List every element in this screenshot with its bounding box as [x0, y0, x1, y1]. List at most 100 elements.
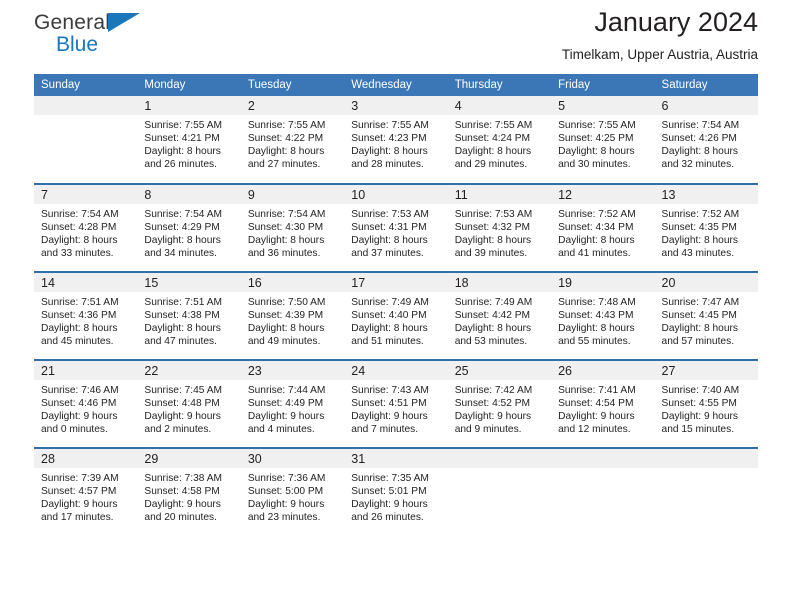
day-cell[interactable]: 7 Sunrise: 7:54 AM Sunset: 4:28 PM Dayli…	[34, 184, 138, 272]
day-details	[34, 115, 137, 119]
daylight-text-line2: and 30 minutes.	[558, 159, 631, 171]
sunrise-text: Sunrise: 7:45 AM	[144, 385, 223, 396]
day-number: 24	[344, 361, 448, 380]
sunset-text: Sunset: 4:31 PM	[351, 222, 427, 234]
day-number: 10	[344, 185, 448, 204]
day-cell[interactable]: 22 Sunrise: 7:45 AM Sunset: 4:48 PM Dayl…	[137, 360, 241, 448]
day-cell[interactable]	[551, 448, 655, 536]
day-details: Sunrise: 7:48 AM Sunset: 4:43 PM Dayligh…	[551, 292, 654, 348]
daylight-text-line2: and 33 minutes.	[41, 248, 114, 260]
day-number: 7	[34, 185, 138, 204]
sunset-text: Sunset: 4:22 PM	[247, 133, 324, 145]
sunset-text: Sunset: 4:30 PM	[247, 222, 324, 234]
day-cell[interactable]: 13 Sunrise: 7:52 AM Sunset: 4:35 PM Dayl…	[654, 184, 758, 272]
sunset-text: Sunset: 4:42 PM	[454, 310, 531, 322]
calendar-header-row: Sunday Monday Tuesday Wednesday Thursday…	[34, 74, 758, 96]
general-blue-logo[interactable]: General Blue	[34, 12, 154, 58]
day-cell[interactable]: 16 Sunrise: 7:50 AM Sunset: 4:39 PM Dayl…	[240, 272, 345, 360]
day-cell[interactable]: 2 Sunrise: 7:55 AM Sunset: 4:22 PM Dayli…	[240, 96, 345, 184]
day-details: Sunrise: 7:49 AM Sunset: 4:40 PM Dayligh…	[344, 292, 447, 348]
day-cell[interactable]	[447, 448, 552, 536]
day-number: 2	[240, 96, 345, 115]
day-cell[interactable]: 20 Sunrise: 7:47 AM Sunset: 4:45 PM Dayl…	[654, 272, 758, 360]
logo-text-blue: Blue	[56, 33, 99, 56]
day-number: 9	[240, 185, 345, 204]
day-cell[interactable]	[654, 448, 758, 536]
sunset-text: Sunset: 4:48 PM	[144, 398, 220, 410]
day-cell[interactable]: 11 Sunrise: 7:53 AM Sunset: 4:32 PM Dayl…	[447, 184, 552, 272]
daylight-text-line1: Daylight: 8 hours	[144, 323, 221, 335]
day-cell[interactable]: 18 Sunrise: 7:49 AM Sunset: 4:42 PM Dayl…	[447, 272, 552, 360]
day-cell[interactable]: 27 Sunrise: 7:40 AM Sunset: 4:55 PM Dayl…	[654, 360, 758, 448]
calendar-page: General Blue January 2024 Timelkam, Uppe…	[0, 0, 792, 612]
day-cell[interactable]: 28 Sunrise: 7:39 AM Sunset: 4:57 PM Dayl…	[34, 448, 138, 536]
day-number: 22	[137, 361, 241, 380]
sunrise-text: Sunrise: 7:47 AM	[661, 297, 740, 308]
day-cell[interactable]: 17 Sunrise: 7:49 AM Sunset: 4:40 PM Dayl…	[344, 272, 448, 360]
day-cell[interactable]: 3 Sunrise: 7:55 AM Sunset: 4:23 PM Dayli…	[344, 96, 448, 184]
day-details: Sunrise: 7:54 AM Sunset: 4:30 PM Dayligh…	[241, 204, 344, 260]
calendar-table: Sunday Monday Tuesday Wednesday Thursday…	[34, 74, 758, 536]
daylight-text-line1: Daylight: 8 hours	[247, 146, 325, 158]
day-cell[interactable]: 1 Sunrise: 7:55 AM Sunset: 4:21 PM Dayli…	[137, 96, 241, 184]
day-number: 13	[654, 185, 758, 204]
title-block: January 2024 Timelkam, Upper Austria, Au…	[562, 7, 758, 61]
daylight-text-line2: and 29 minutes.	[454, 159, 528, 171]
sunset-text: Sunset: 4:21 PM	[144, 133, 220, 145]
daylight-text-line2: and 41 minutes.	[558, 248, 631, 260]
day-cell[interactable]: 9 Sunrise: 7:54 AM Sunset: 4:30 PM Dayli…	[240, 184, 345, 272]
sunrise-text: Sunrise: 7:42 AM	[454, 385, 533, 396]
day-number: 5	[551, 96, 655, 115]
day-details: Sunrise: 7:55 AM Sunset: 4:24 PM Dayligh…	[448, 115, 551, 171]
day-details: Sunrise: 7:54 AM Sunset: 4:26 PM Dayligh…	[655, 115, 758, 171]
daylight-text-line2: and 4 minutes.	[247, 424, 315, 436]
day-number: 26	[551, 361, 655, 380]
day-cell[interactable]	[34, 96, 138, 184]
day-number: 12	[551, 185, 655, 204]
day-cell[interactable]: 19 Sunrise: 7:48 AM Sunset: 4:43 PM Dayl…	[551, 272, 655, 360]
day-details: Sunrise: 7:55 AM Sunset: 4:23 PM Dayligh…	[344, 115, 447, 171]
sunset-text: Sunset: 4:52 PM	[454, 398, 531, 410]
day-cell[interactable]: 6 Sunrise: 7:54 AM Sunset: 4:26 PM Dayli…	[654, 96, 758, 184]
day-number: 14	[34, 273, 138, 292]
day-cell[interactable]: 31 Sunrise: 7:35 AM Sunset: 5:01 PM Dayl…	[344, 448, 448, 536]
sunset-text: Sunset: 4:40 PM	[351, 310, 427, 322]
day-number: 3	[344, 96, 448, 115]
sunrise-text: Sunrise: 7:51 AM	[41, 297, 119, 308]
sunset-text: Sunset: 4:51 PM	[351, 398, 427, 410]
day-number: 27	[654, 361, 758, 380]
weekday-header-thursday: Thursday	[447, 74, 552, 96]
day-cell[interactable]: 25 Sunrise: 7:42 AM Sunset: 4:52 PM Dayl…	[447, 360, 552, 448]
day-cell[interactable]: 14 Sunrise: 7:51 AM Sunset: 4:36 PM Dayl…	[34, 272, 138, 360]
daylight-text-line1: Daylight: 8 hours	[454, 146, 532, 158]
day-cell[interactable]: 26 Sunrise: 7:41 AM Sunset: 4:54 PM Dayl…	[551, 360, 655, 448]
day-cell[interactable]: 24 Sunrise: 7:43 AM Sunset: 4:51 PM Dayl…	[344, 360, 448, 448]
daylight-text-line1: Daylight: 9 hours	[558, 411, 635, 423]
day-number: 6	[654, 96, 758, 115]
day-cell[interactable]: 15 Sunrise: 7:51 AM Sunset: 4:38 PM Dayl…	[137, 272, 241, 360]
sunrise-text: Sunrise: 7:43 AM	[351, 385, 429, 396]
day-cell[interactable]: 12 Sunrise: 7:52 AM Sunset: 4:34 PM Dayl…	[551, 184, 655, 272]
day-cell[interactable]: 10 Sunrise: 7:53 AM Sunset: 4:31 PM Dayl…	[344, 184, 448, 272]
sunset-text: Sunset: 4:54 PM	[558, 398, 634, 410]
day-cell[interactable]: 23 Sunrise: 7:44 AM Sunset: 4:49 PM Dayl…	[240, 360, 345, 448]
day-cell[interactable]: 5 Sunrise: 7:55 AM Sunset: 4:25 PM Dayli…	[551, 96, 655, 184]
daylight-text-line1: Daylight: 8 hours	[247, 235, 325, 247]
daylight-text-line2: and 20 minutes.	[144, 512, 217, 524]
day-details: Sunrise: 7:46 AM Sunset: 4:46 PM Dayligh…	[34, 380, 137, 436]
day-cell[interactable]: 4 Sunrise: 7:55 AM Sunset: 4:24 PM Dayli…	[447, 96, 552, 184]
sunset-text: Sunset: 4:35 PM	[661, 222, 737, 234]
daylight-text-line2: and 34 minutes.	[144, 248, 217, 260]
day-number	[34, 96, 138, 115]
sunrise-text: Sunrise: 7:55 AM	[454, 120, 533, 131]
day-cell[interactable]: 30 Sunrise: 7:36 AM Sunset: 5:00 PM Dayl…	[240, 448, 345, 536]
sunset-text: Sunset: 4:49 PM	[247, 398, 324, 410]
day-cell[interactable]: 29 Sunrise: 7:38 AM Sunset: 4:58 PM Dayl…	[137, 448, 241, 536]
daylight-text-line2: and 49 minutes.	[247, 336, 321, 348]
daylight-text-line1: Daylight: 8 hours	[661, 235, 738, 247]
calendar-week-row: 7 Sunrise: 7:54 AM Sunset: 4:28 PM Dayli…	[34, 184, 758, 272]
day-cell[interactable]: 21 Sunrise: 7:46 AM Sunset: 4:46 PM Dayl…	[34, 360, 138, 448]
sunset-text: Sunset: 4:34 PM	[558, 222, 634, 234]
day-details: Sunrise: 7:52 AM Sunset: 4:34 PM Dayligh…	[551, 204, 654, 260]
day-cell[interactable]: 8 Sunrise: 7:54 AM Sunset: 4:29 PM Dayli…	[137, 184, 241, 272]
